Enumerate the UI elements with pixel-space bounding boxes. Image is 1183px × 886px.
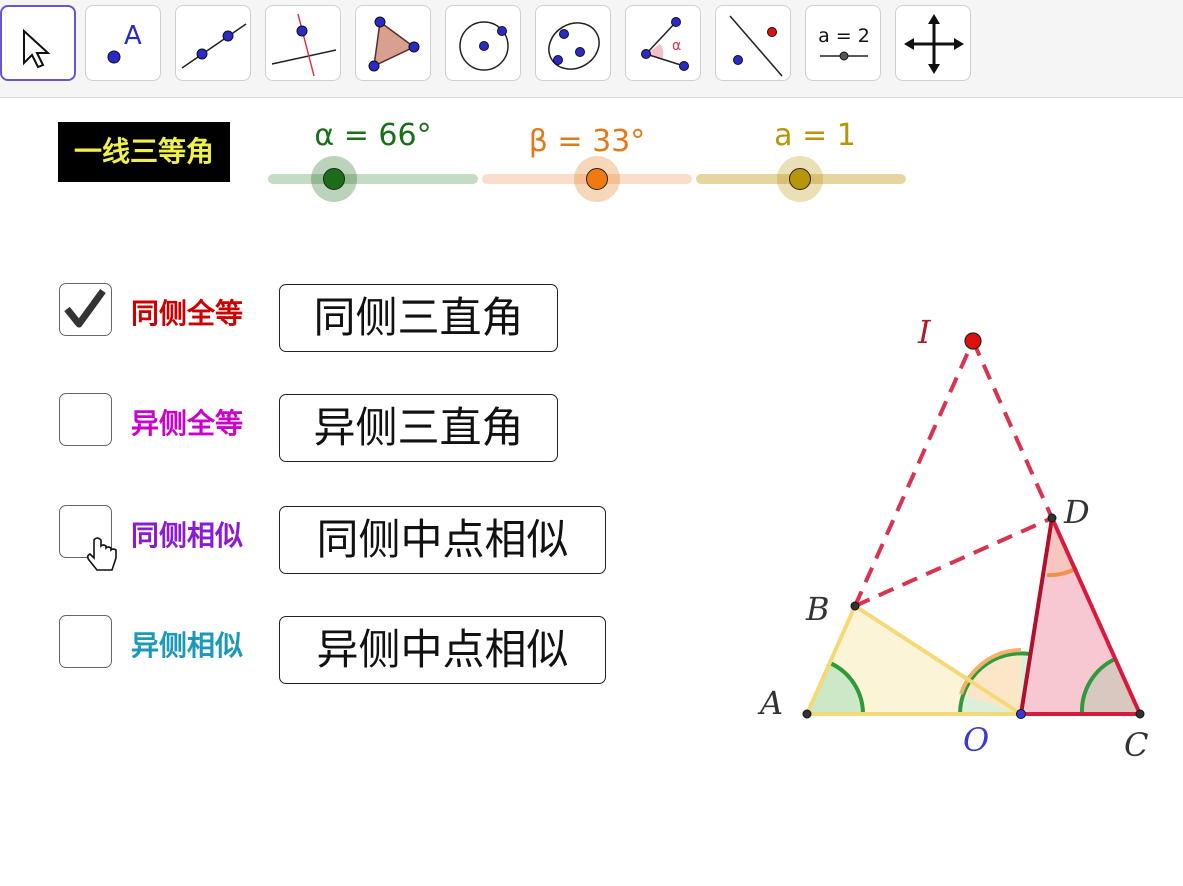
geometry-figure: A B C D O I	[757, 313, 1148, 764]
label-D: D	[1063, 493, 1090, 531]
label-A: A	[757, 684, 783, 722]
point-D[interactable]	[1047, 513, 1057, 523]
label-I: I	[917, 313, 932, 351]
point-B[interactable]	[850, 601, 860, 611]
point-O[interactable]	[1016, 709, 1026, 719]
dashed-BI	[853, 340, 975, 607]
dashed-BD	[854, 516, 1053, 608]
point-I[interactable]	[964, 332, 982, 350]
label-O: O	[963, 721, 989, 759]
label-C: C	[1124, 726, 1148, 764]
point-A[interactable]	[802, 709, 812, 719]
label-B: B	[805, 590, 830, 628]
point-C[interactable]	[1135, 709, 1145, 719]
dashed-ID	[971, 340, 1054, 519]
